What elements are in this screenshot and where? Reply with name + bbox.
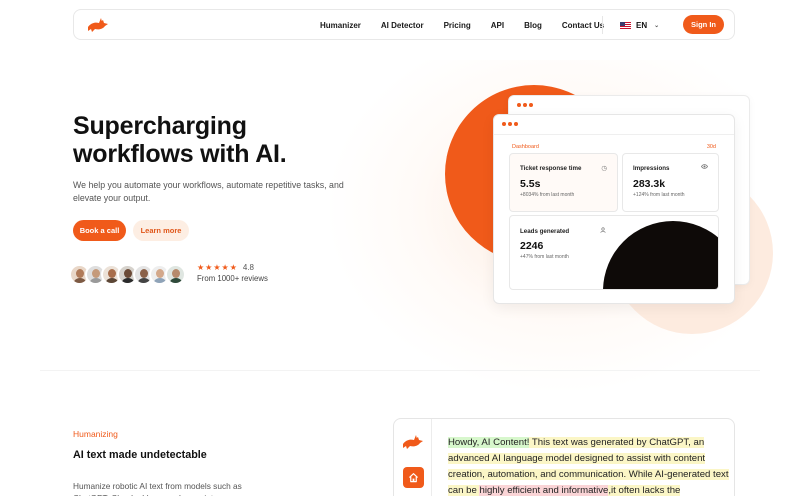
dashboard-range: 30d [706, 144, 716, 150]
reviews-count: From 1000+ reviews [197, 274, 268, 283]
card-title: Leads generated [520, 228, 570, 235]
card-value: 283.3k [633, 178, 666, 190]
card-value: 2246 [520, 240, 544, 252]
highlighted-text: ,it often lacks the [608, 485, 681, 496]
sign-in-button[interactable]: Sign In [683, 15, 724, 34]
decorative-dark-shape [603, 221, 718, 289]
fox-logo-icon [403, 435, 423, 449]
leads-generated-card: Leads generated 2246 +47% from last mont… [509, 215, 719, 290]
home-icon [408, 473, 419, 483]
language-label: EN [636, 20, 648, 30]
nav-link-humanizer[interactable]: Humanizer [320, 21, 361, 30]
hero-title-line-2: workflows with AI. [73, 140, 287, 168]
rating-stars: ★ ★ ★ ★ ★ 4.8 [197, 263, 254, 272]
nav-link-pricing[interactable]: Pricing [444, 21, 471, 30]
star-icon: ★ [221, 263, 229, 272]
language-selector[interactable]: EN ⌄ [620, 10, 659, 40]
card-delta: +124% from last month [633, 192, 685, 198]
impressions-card: Impressions 283.3k +124% from last month [622, 153, 719, 212]
hero-title-line-1: Supercharging [73, 112, 247, 140]
section-eyebrow: Humanizing [73, 429, 118, 439]
card-delta: +47% from last month [520, 254, 569, 260]
user-icon [600, 227, 606, 235]
reviewer-avatars [69, 264, 186, 286]
nav-divider [602, 16, 603, 34]
card-value: 5.5s [520, 178, 541, 190]
us-flag-icon [620, 21, 631, 29]
dashboard-window: Dashboard 30d Ticket response time ◷ 5.5… [493, 114, 735, 304]
hero-title: Supercharging workflows with AI. [73, 112, 373, 168]
chevron-down-icon: ⌄ [654, 22, 660, 29]
card-title: Ticket response time [520, 165, 582, 172]
nav-link-ai-detector[interactable]: AI Detector [381, 21, 424, 30]
star-icon: ★ [205, 263, 213, 272]
dashboard-label: Dashboard [512, 144, 539, 150]
nav-link-blog[interactable]: Blog [524, 21, 542, 30]
book-a-call-button[interactable]: Book a call [73, 220, 126, 241]
home-button[interactable] [403, 467, 424, 488]
card-title: Impressions [633, 165, 670, 172]
highlighted-text: Howdy, AI Content! [448, 437, 530, 448]
card-delta: +8034% from last month [520, 192, 575, 198]
humanizer-demo-card: Howdy, AI Content! This text was generat… [393, 418, 735, 496]
section-title: AI text made undetectable [73, 449, 207, 461]
highlighted-text: highly efficient and informative [479, 485, 609, 496]
learn-more-button[interactable]: Learn more [133, 220, 189, 241]
star-icon: ★ [213, 263, 221, 272]
avatar [165, 264, 186, 285]
nav-link-contact-us[interactable]: Contact Us [562, 21, 604, 30]
humanizer-sample-text: Howdy, AI Content! This text was generat… [448, 435, 733, 496]
window-header-divider [494, 134, 734, 135]
window-dots-icon [517, 103, 533, 107]
section-text: Humanize robotic AI text from models suc… [73, 481, 242, 496]
nav-links: Humanizer AI Detector Pricing API Blog C… [320, 10, 624, 40]
star-icon: ★ [197, 263, 205, 272]
navbar: Humanizer AI Detector Pricing API Blog C… [73, 9, 735, 40]
demo-sidebar [394, 419, 432, 496]
nav-link-api[interactable]: API [491, 21, 504, 30]
fox-logo-icon[interactable] [87, 17, 109, 33]
hero-subtitle: We help you automate your workflows, aut… [73, 180, 344, 203]
star-icon: ★ [229, 263, 237, 272]
ticket-response-card: Ticket response time ◷ 5.5s +8034% from … [509, 153, 618, 212]
clock-icon: ◷ [601, 165, 607, 172]
eye-icon [701, 164, 708, 171]
section-divider [40, 370, 760, 371]
rating-value: 4.8 [242, 263, 254, 272]
window-dots-icon [502, 122, 518, 126]
